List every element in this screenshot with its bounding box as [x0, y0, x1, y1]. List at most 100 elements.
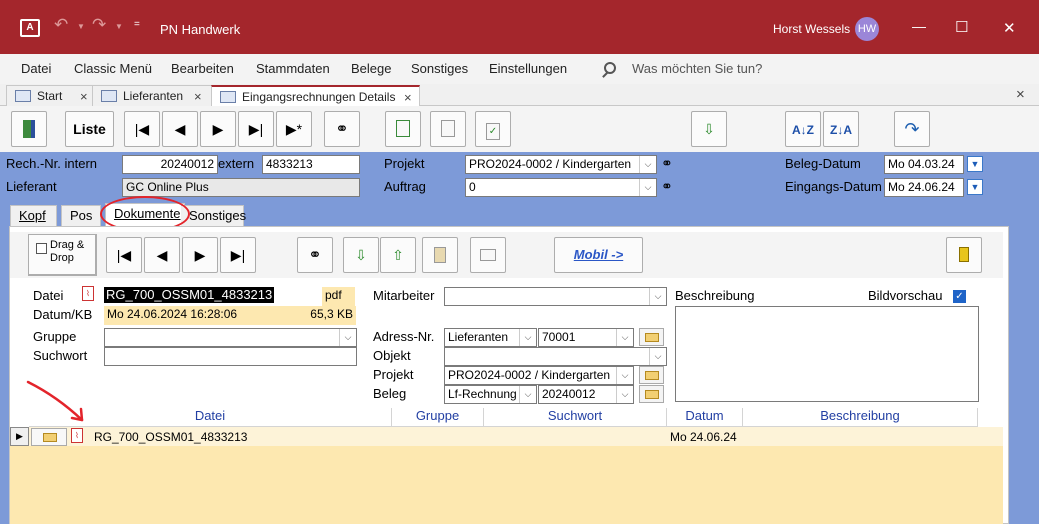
close-icon[interactable]: ✕ [1003, 19, 1016, 37]
doc-projekt-dropdown-icon[interactable]: ⌵ [616, 367, 633, 384]
next-icon: ▶ [212, 121, 224, 137]
tab-start[interactable]: Start × [6, 85, 93, 106]
beleg-folder-icon[interactable] [639, 385, 664, 403]
liste-button[interactable]: Liste [65, 111, 114, 147]
tab-close-icon[interactable]: × [80, 89, 88, 104]
row-folder-button[interactable] [31, 428, 67, 446]
sort-ascending-button[interactable]: A↓Z [785, 111, 821, 147]
doc-kb-field[interactable]: 65,3 KB [270, 306, 356, 325]
doc-prev-button[interactable]: ◀ [144, 237, 180, 273]
scanner-icon: ⇧ [392, 247, 404, 263]
tab-lieferanten[interactable]: Lieferanten × [92, 85, 212, 106]
col-suchwort[interactable]: Suchwort [484, 408, 667, 427]
copy-button[interactable] [430, 111, 466, 147]
doc-paste-button[interactable] [422, 237, 458, 273]
redo-icon[interactable]: ↷ [92, 15, 106, 35]
checklist-button[interactable]: ✓ [475, 111, 511, 147]
objekt-label: Objekt [373, 348, 411, 363]
beleg-dropdown-icon[interactable]: ⌵ [616, 386, 633, 403]
suchwort-field[interactable] [104, 347, 357, 366]
print-button[interactable]: ⇩ [691, 111, 727, 147]
undo-change-button[interactable]: ↷ [894, 111, 930, 147]
first-record-button[interactable]: |◀ [124, 111, 160, 147]
menu-stammdaten[interactable]: Stammdaten [256, 61, 330, 76]
close-all-tabs-icon[interactable]: × [1016, 86, 1025, 103]
doc-next-button[interactable]: ▶ [182, 237, 218, 273]
datei-ext-field[interactable]: pdf [322, 287, 355, 306]
col-datum[interactable]: Datum [667, 408, 743, 427]
belegdatum-picker-icon[interactable]: ▼ [967, 156, 983, 172]
lieferant-field[interactable]: GC Online Plus [122, 178, 360, 197]
new-record-button[interactable]: ▶* [276, 111, 312, 147]
eingangsdatum-field[interactable]: Mo 24.06.24 [884, 178, 964, 197]
mitarbeiter-dropdown-icon[interactable]: ⌵ [649, 288, 666, 305]
menu-bearbeiten[interactable]: Bearbeiten [171, 61, 234, 76]
menu-einstellungen[interactable]: Einstellungen [489, 61, 567, 76]
adresstyp-dropdown-icon[interactable]: ⌵ [519, 329, 536, 346]
prev-record-button[interactable]: ◀ [162, 111, 198, 147]
tab-close-icon[interactable]: × [404, 90, 412, 105]
auftrag-combo[interactable]: 0 [465, 178, 657, 197]
mobil-button[interactable]: Mobil -> [554, 237, 643, 273]
projekt-binoculars-icon[interactable]: ⚭ [661, 155, 673, 172]
adresse-folder-icon[interactable] [639, 328, 664, 346]
redo-dropdown-icon[interactable]: ▼ [115, 22, 123, 31]
projekt-folder-icon[interactable] [639, 366, 664, 384]
col-gruppe[interactable]: Gruppe [392, 408, 484, 427]
bildvorschau-checkbox[interactable]: ✓ [953, 290, 966, 303]
auftrag-binoculars-icon[interactable]: ⚭ [661, 178, 673, 195]
menu-sonstiges[interactable]: Sonstiges [411, 61, 468, 76]
copy-new-button[interactable] [385, 111, 421, 147]
gruppe-combo[interactable] [104, 328, 357, 347]
doc-projekt-combo[interactable]: PRO2024-0002 / Kindergarten [444, 366, 634, 385]
undo-icon[interactable]: ↶ [54, 15, 68, 35]
projekt-dropdown-icon[interactable]: ⌵ [639, 156, 656, 173]
next-record-button[interactable]: ▶ [200, 111, 236, 147]
doc-last-button[interactable]: ▶| [220, 237, 256, 273]
belegdatum-field[interactable]: Mo 04.03.24 [884, 155, 964, 174]
doc-email-button[interactable] [470, 237, 506, 273]
minimize-icon[interactable]: — [912, 18, 926, 34]
search-button[interactable]: ⚭ [324, 111, 360, 147]
doc-first-button[interactable]: |◀ [106, 237, 142, 273]
menu-datei[interactable]: Datei [21, 61, 51, 76]
objekt-combo[interactable] [444, 347, 667, 366]
auftrag-dropdown-icon[interactable]: ⌵ [639, 179, 656, 196]
extern-field[interactable]: 4833213 [262, 155, 360, 174]
doc-delete-button[interactable] [946, 237, 982, 273]
doc-datum-field[interactable]: Mo 24.06.2024 16:28:06 [104, 306, 270, 325]
datei-field[interactable]: RG_700_OSSM01_4833213 [104, 287, 322, 306]
rechnr-field[interactable]: 20240012 [122, 155, 218, 174]
mitarbeiter-combo[interactable] [444, 287, 667, 306]
doc-scan-button[interactable]: ⇧ [380, 237, 416, 273]
user-avatar[interactable]: HW [855, 17, 879, 41]
record-selector-icon[interactable]: ▶ [10, 427, 29, 446]
dragdrop-checkbox[interactable] [36, 243, 47, 254]
menu-classic[interactable]: Classic Menü [74, 61, 152, 76]
tell-me-search[interactable]: Was möchten Sie tun? [632, 61, 762, 76]
objekt-dropdown-icon[interactable]: ⌵ [649, 348, 666, 365]
doc-print-button[interactable]: ⇩ [343, 237, 379, 273]
tab-eingangsrechnungen-details[interactable]: Eingangsrechnungen Details × [211, 85, 420, 106]
tab-sonstiges[interactable]: Sonstiges [181, 205, 246, 226]
adressnr-dropdown-icon[interactable]: ⌵ [616, 329, 633, 346]
last-record-button[interactable]: ▶| [238, 111, 274, 147]
col-beschreibung[interactable]: Beschreibung [743, 408, 978, 427]
exit-button[interactable] [11, 111, 47, 147]
beschreibung-textarea[interactable] [675, 306, 979, 402]
maximize-icon[interactable]: ☐ [955, 18, 968, 36]
menu-belege[interactable]: Belege [351, 61, 391, 76]
doc-search-button[interactable]: ⚭ [297, 237, 333, 273]
customize-qat-icon[interactable]: = [134, 19, 140, 30]
gruppe-dropdown-icon[interactable]: ⌵ [339, 329, 356, 346]
tab-pos[interactable]: Pos [61, 205, 101, 226]
tab-kopf[interactable]: Kopf [10, 205, 57, 226]
tab-close-icon[interactable]: × [194, 89, 202, 104]
projekt-combo[interactable]: PRO2024-0002 / Kindergarten [465, 155, 657, 174]
dragdrop-toggle[interactable]: Drag & Drop [28, 234, 97, 276]
sort-descending-button[interactable]: Z↓A [823, 111, 859, 147]
table-row[interactable]: ▶ ⌇ RG_700_OSSM01_4833213 Mo 24.06.24 [10, 427, 1003, 446]
belegtyp-dropdown-icon[interactable]: ⌵ [519, 386, 536, 403]
eingangsdatum-picker-icon[interactable]: ▼ [967, 179, 983, 195]
undo-dropdown-icon[interactable]: ▼ [77, 22, 85, 31]
